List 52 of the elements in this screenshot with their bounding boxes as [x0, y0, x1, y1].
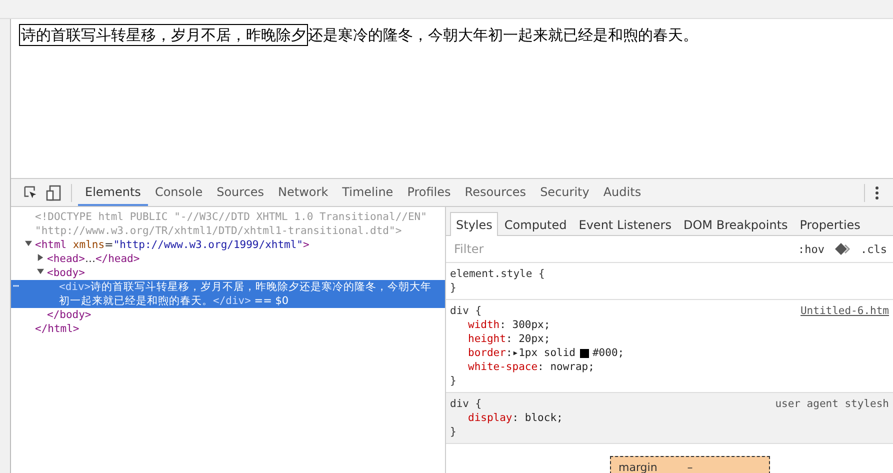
- dom-node[interactable]: <div>诗的首联写斗转星移，岁月不居，昨晚除夕还是寒冷的隆冬，今朝大年初一起来就已经是和煦的春天。</div> == $0: [59, 280, 445, 308]
- closing-brace: }: [450, 426, 456, 438]
- css-property: border: [468, 346, 506, 360]
- sidebar-tab[interactable]: Event Listeners: [572, 212, 678, 236]
- source-link[interactable]: Untitled-6.htm: [800, 304, 889, 318]
- sidebar-tab[interactable]: Styles: [450, 212, 498, 236]
- css-property: white-space: [468, 360, 538, 374]
- margin-label: margin: [618, 461, 658, 473]
- sidebar-tab[interactable]: DOM Breakpoints: [677, 212, 794, 236]
- css-property: width: [468, 318, 500, 332]
- device-icon[interactable]: [46, 184, 61, 200]
- margin-value: –: [687, 461, 693, 473]
- css-value: #000;: [592, 346, 624, 360]
- stylesheet-source: user agent stylesh: [775, 397, 889, 411]
- sidebar-tab[interactable]: Properties: [794, 212, 866, 236]
- dom-node[interactable]: <html xmlns="http://www.w3.org/1999/xhtml">: [35, 238, 314, 252]
- css-value: : 20px;: [506, 332, 550, 346]
- page-text: 还是寒冷的隆冬，今朝大年初一起来就已经是和煦的春天。: [308, 25, 698, 46]
- devtools-tab[interactable]: Sources: [210, 179, 272, 206]
- diamond-icon[interactable]: [834, 243, 850, 255]
- devtools-tab[interactable]: Elements: [78, 179, 148, 206]
- devtools-tab[interactable]: Console: [148, 179, 210, 206]
- closing-brace: }: [450, 375, 456, 387]
- css-property: height: [468, 332, 506, 346]
- css-value: : 300px;: [500, 318, 550, 332]
- more-dots[interactable]: ⋯: [13, 280, 20, 294]
- more-menu-icon[interactable]: [875, 186, 879, 200]
- devtools-tab[interactable]: Resources: [458, 179, 534, 206]
- css-property: display: [468, 411, 512, 425]
- closing-tag: </html>: [35, 322, 84, 336]
- css-value: : nowrap;: [538, 360, 594, 374]
- devtools-tab[interactable]: Timeline: [335, 179, 400, 206]
- css-selector: element.style {: [450, 267, 545, 281]
- dom-node[interactable]: <head>…</head>: [47, 252, 144, 266]
- devtools-tab[interactable]: Profiles: [400, 179, 458, 206]
- sidebar-tab[interactable]: Computed: [498, 212, 573, 236]
- class-toggle[interactable]: .cls: [860, 242, 887, 256]
- closing-tag: </body>: [47, 308, 96, 322]
- devtools-tab[interactable]: Security: [533, 179, 596, 206]
- inspect-cursor-icon[interactable]: [23, 185, 38, 200]
- devtools-tab[interactable]: Network: [271, 179, 336, 206]
- css-value: :▸1px solid: [506, 346, 576, 360]
- closing-brace: }: [450, 282, 456, 294]
- devtools-tab[interactable]: Audits: [596, 179, 648, 206]
- css-value: : block;: [512, 411, 563, 425]
- css-selector: div {: [450, 304, 482, 318]
- color-swatch[interactable]: [580, 348, 590, 358]
- outlined-page-text: 诗的首联写斗转星移，岁月不居，昨晚除夕: [19, 24, 308, 46]
- css-selector: div {: [450, 397, 482, 411]
- hover-state-toggle[interactable]: :hov: [798, 242, 824, 256]
- dom-node[interactable]: <body>: [47, 266, 89, 280]
- doctype-line: <!DOCTYPE html PUBLIC "-//W3C//DTD XHTML 1.0 Transitional//EN" "http://www.w3.org/TR/xhtml1/DTD/xhtml1-transitional.dtd">: [35, 210, 428, 238]
